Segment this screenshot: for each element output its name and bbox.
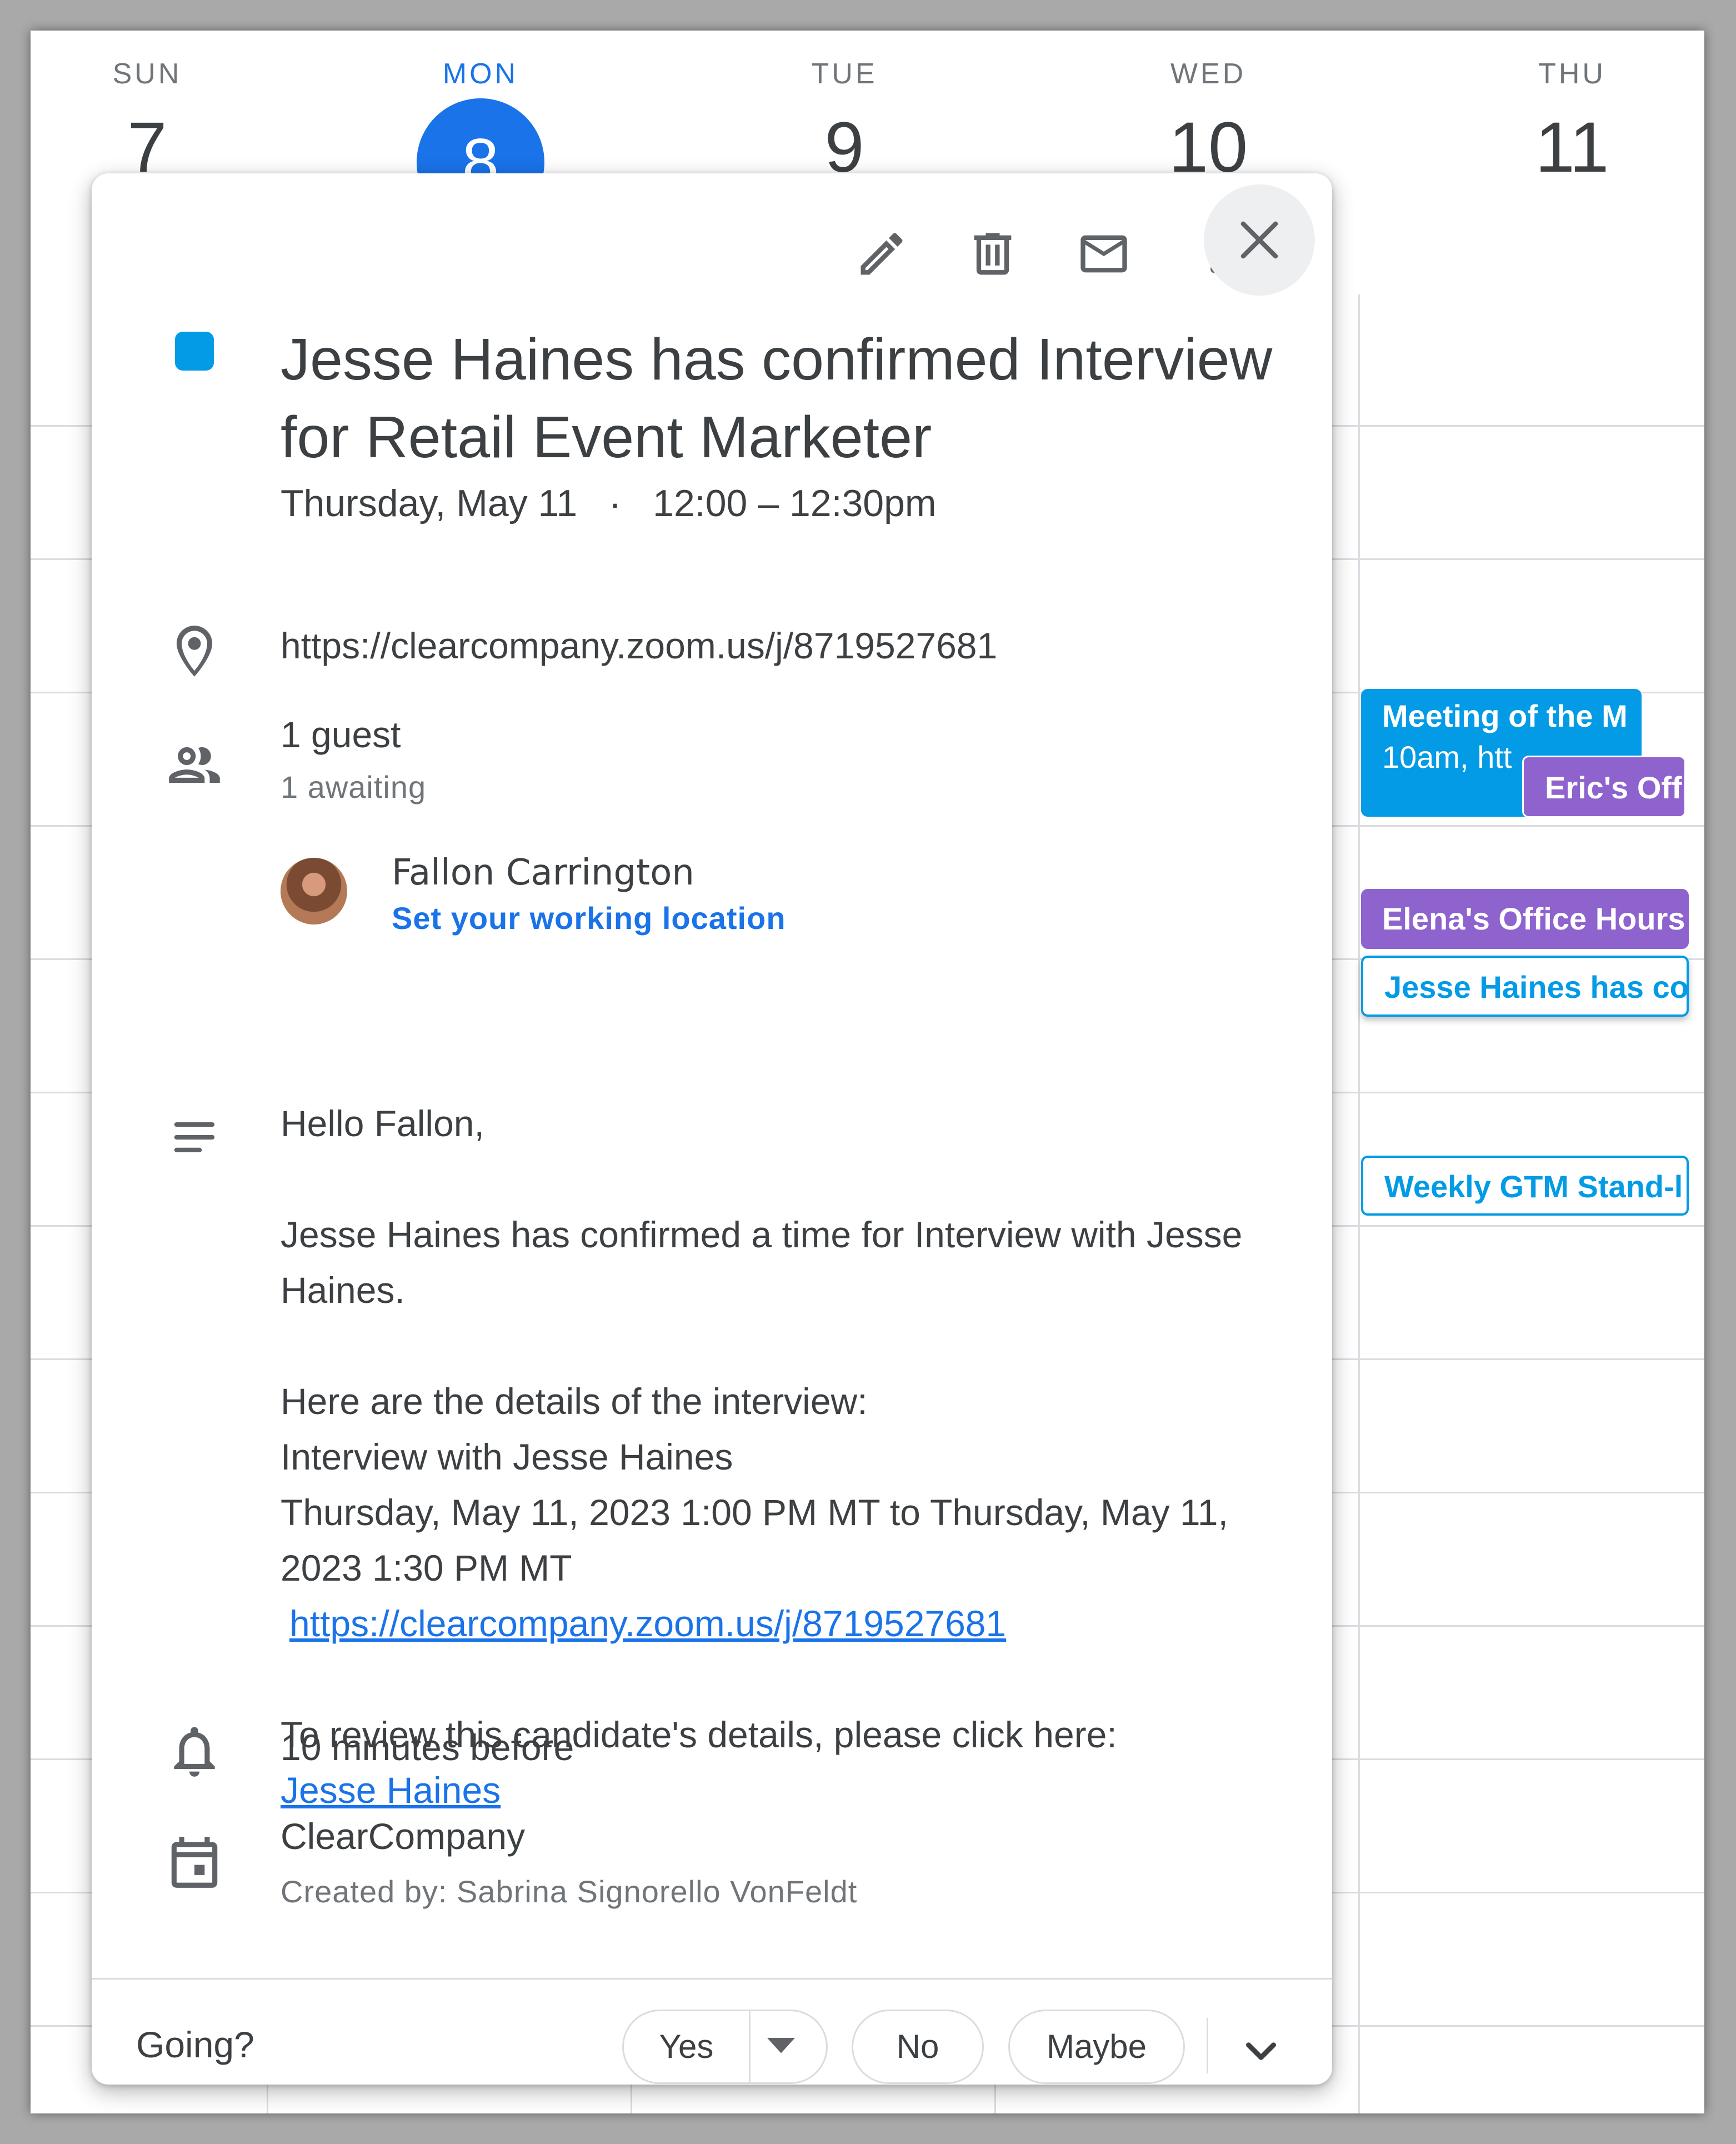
dot-separator: · — [608, 482, 622, 524]
event-datetime: Thursday, May 11 · 12:00 – 12:30pm — [281, 482, 937, 525]
description-line: Interview with Jesse Haines — [281, 1436, 733, 1477]
description-greeting: Hello Fallon, — [281, 1103, 484, 1144]
day-header-wed[interactable]: WED 10 — [1053, 31, 1364, 189]
people-icon — [164, 734, 225, 796]
rsvp-yes-label: Yes — [659, 2028, 714, 2065]
description-paragraph: Jesse Haines has confirmed a time for In… — [281, 1214, 1243, 1311]
rsvp-label: Going? — [136, 2024, 254, 2065]
rsvp-yes-divider — [749, 2011, 751, 2082]
description-line: Thursday, May 11, 2023 1:00 PM MT to Thu… — [281, 1492, 1228, 1588]
day-of-week: THU — [1538, 58, 1606, 90]
event-details-popup: Jesse Haines has confirmed Interview for… — [92, 173, 1332, 2085]
footer-divider — [92, 1978, 1332, 1980]
created-by: Created by: Sabrina Signorello VonFeldt — [281, 1874, 858, 1909]
day-of-week: TUE — [811, 58, 878, 90]
event-weekly-gtm-standup[interactable]: Weekly GTM Stand-l — [1361, 1156, 1689, 1216]
day-header-thu[interactable]: THU 11 — [1417, 31, 1704, 189]
pencil-icon[interactable] — [854, 226, 909, 282]
guest-count[interactable]: 1 guest — [281, 713, 401, 756]
bell-icon — [164, 1721, 225, 1782]
event-title: Meeting of the M — [1382, 698, 1628, 733]
zoom-link[interactable]: https://clearcompany.zoom.us/j/871952768… — [289, 1603, 1006, 1644]
candidate-link[interactable]: Jesse Haines — [281, 1770, 501, 1811]
description-line: Here are the details of the interview: — [281, 1381, 868, 1422]
day-header-sun[interactable]: SUN 7 — [31, 31, 303, 189]
dropdown-arrow-icon[interactable] — [767, 2038, 795, 2055]
day-number: 11 — [1535, 108, 1609, 187]
close-icon — [1240, 221, 1278, 259]
event-reminder: 10 minutes before — [281, 1727, 574, 1768]
day-of-week: MON — [442, 58, 519, 90]
mail-icon[interactable] — [1076, 226, 1132, 282]
event-location[interactable]: https://clearcompany.zoom.us/j/871952768… — [281, 624, 997, 667]
event-erics-office-hours[interactable]: Eric's Offi — [1522, 756, 1686, 818]
rsvp-maybe-button[interactable]: Maybe — [1008, 2010, 1185, 2084]
grid-column-line — [1358, 294, 1360, 2113]
day-header-tue[interactable]: TUE 9 — [689, 31, 1000, 189]
rsvp-yes-button[interactable]: Yes — [622, 2010, 828, 2084]
calendar-icon — [164, 1832, 225, 1893]
avatar[interactable] — [281, 858, 347, 924]
calendar-name: ClearCompany — [281, 1816, 526, 1857]
event-date: Thursday, May 11 — [281, 482, 578, 524]
event-title: Jesse Haines has confirmed Interview for… — [281, 327, 1273, 470]
event-jesse-haines-selected[interactable]: Jesse Haines has co — [1361, 956, 1689, 1017]
rsvp-no-button[interactable]: No — [852, 2010, 984, 2084]
footer-separator — [1207, 2018, 1208, 2073]
event-color-swatch — [175, 332, 214, 371]
calendar-window: SUN 7 MON 8 TUE 9 WED 10 THU 11 Meeting … — [31, 31, 1704, 2113]
close-button[interactable] — [1204, 184, 1315, 296]
day-of-week: WED — [1170, 58, 1247, 90]
set-working-location-link[interactable]: Set your working location — [392, 900, 786, 936]
event-elenas-office-hours[interactable]: Elena's Office Hours — [1361, 889, 1689, 949]
event-description: Hello Fallon, Jesse Haines has confirmed… — [281, 1096, 1269, 1818]
guest-name: Fallon Carrington — [392, 852, 694, 893]
event-time: 12:00 – 12:30pm — [653, 482, 937, 524]
guest-status: 1 awaiting — [281, 769, 427, 804]
trash-icon[interactable] — [965, 226, 1020, 282]
day-of-week: SUN — [112, 58, 182, 90]
chevron-down-icon[interactable] — [1236, 2026, 1286, 2076]
description-lines-icon — [164, 1107, 225, 1168]
location-pin-icon — [164, 621, 225, 682]
